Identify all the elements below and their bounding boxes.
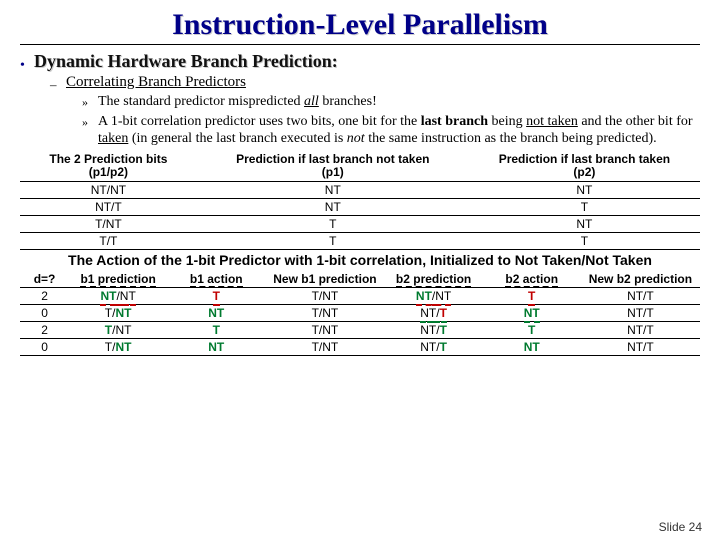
col-header: d=? [20, 272, 69, 288]
bullet-point-2: » A 1-bit correlation predictor uses two… [98, 113, 700, 148]
slide-number: Slide 24 [659, 520, 702, 534]
col-header: New b2 prediction [581, 272, 700, 288]
text: The standard predictor mispredicted [98, 94, 304, 109]
text: branches! [319, 94, 377, 109]
section-text: Dynamic Hardware Branch Prediction: [34, 51, 700, 72]
col-header: b1 prediction [69, 272, 167, 288]
col-header: Prediction if last branch not taken(p1) [197, 152, 469, 182]
slide: Instruction-Level Parallelism • Dynamic … [0, 0, 720, 540]
subsection-heading: – Correlating Branch Predictors [20, 74, 700, 91]
col-header: Prediction if last branch taken(p2) [469, 152, 700, 182]
col-header: b2 prediction [385, 272, 483, 288]
prediction-bits-table: The 2 Prediction bits(p1/p2) Prediction … [20, 152, 700, 250]
table-header-row: The 2 Prediction bits(p1/p2) Prediction … [20, 152, 700, 182]
table-row: NT/TNTT [20, 198, 700, 215]
table-row: 2 NT/NT T T/NT NT/NT T NT/T [20, 288, 700, 305]
text: being [488, 114, 526, 129]
text-under: not taken [526, 114, 578, 129]
bullet-point-1: » The standard predictor mispredicted al… [98, 93, 700, 111]
bullet-icon: • [20, 58, 25, 74]
table-row: NT/NTNTNT [20, 181, 700, 198]
text-ital: not [347, 131, 365, 146]
dash-icon: – [50, 77, 57, 93]
text: (in general the last branch executed is [128, 131, 346, 146]
subsection-text: Correlating Branch Predictors [66, 74, 700, 91]
predictor-action-table: d=? b1 prediction b1 action New b1 predi… [20, 272, 700, 356]
table-row: 2 T/NT T T/NT NT/T T NT/T [20, 322, 700, 339]
table-row: T/NTTNT [20, 215, 700, 232]
text: A 1-bit correlation predictor uses two b… [98, 114, 421, 129]
section-heading: • Dynamic Hardware Branch Prediction: [20, 51, 700, 72]
text-emph: all [304, 94, 319, 109]
chevron-icon: » [82, 115, 88, 130]
col-header: The 2 Prediction bits(p1/p2) [20, 152, 197, 182]
table-row: 0 T/NT NT T/NT NT/T NT NT/T [20, 339, 700, 356]
text-under: taken [98, 131, 128, 146]
chevron-icon: » [82, 95, 88, 110]
table-row: T/TTT [20, 232, 700, 249]
col-header: b1 action [167, 272, 265, 288]
page-title: Instruction-Level Parallelism [20, 4, 700, 45]
text: and the other bit for [578, 114, 693, 129]
table-caption: The Action of the 1-bit Predictor with 1… [20, 252, 700, 268]
text-bold: last branch [421, 114, 488, 129]
col-header: b2 action [483, 272, 581, 288]
text: the same instruction as the branch being… [365, 131, 657, 146]
table-row: 0 T/NT NT T/NT NT/T NT NT/T [20, 305, 700, 322]
col-header: New b1 prediction [265, 272, 384, 288]
table-header-row: d=? b1 prediction b1 action New b1 predi… [20, 272, 700, 288]
